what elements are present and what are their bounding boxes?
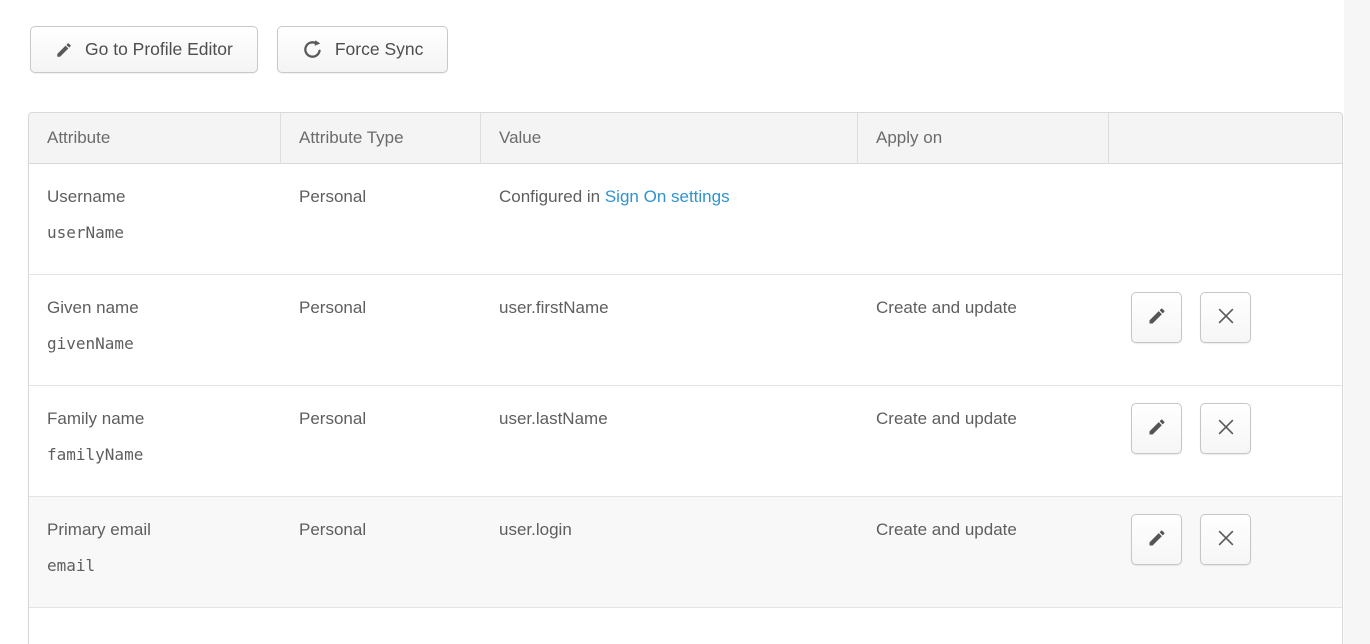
force-sync-label: Force Sync (335, 39, 424, 60)
attribute-cell: Primary email email (29, 497, 281, 607)
column-header-apply-on: Apply on (858, 113, 1109, 163)
pencil-icon (1147, 417, 1167, 440)
actions-cell (1109, 386, 1342, 496)
attribute-type-cell: Personal (281, 497, 481, 607)
delete-attribute-button[interactable] (1200, 514, 1251, 565)
toolbar: Go to Profile Editor Force Sync (30, 26, 448, 73)
page-background-strip (1344, 0, 1370, 644)
attribute-type-cell: Personal (281, 386, 481, 496)
edit-attribute-button[interactable] (1131, 403, 1182, 454)
sign-on-settings-link[interactable]: Sign On settings (605, 187, 730, 206)
attribute-label: Username (47, 186, 271, 208)
apply-on-cell: Create and update (858, 497, 1109, 607)
delete-attribute-button[interactable] (1200, 403, 1251, 454)
attribute-variable: givenName (47, 333, 271, 355)
attribute-type-cell: Personal (281, 275, 481, 385)
attribute-label: Given name (47, 297, 271, 319)
table-row-partial (29, 608, 1342, 644)
attribute-cell: Username userName (29, 164, 281, 274)
column-header-attribute-type: Attribute Type (281, 113, 481, 163)
attribute-cell: Given name givenName (29, 275, 281, 385)
attribute-cell: Family name familyName (29, 386, 281, 496)
attribute-variable: email (47, 555, 271, 577)
go-to-profile-editor-label: Go to Profile Editor (85, 39, 233, 60)
close-icon (1215, 527, 1237, 552)
edit-attribute-button[interactable] (1131, 514, 1182, 565)
attribute-label: Primary email (47, 519, 271, 541)
table-header: Attribute Attribute Type Value Apply on (29, 113, 1342, 164)
table-row-family-name: Family name familyName Personal user.las… (29, 386, 1342, 497)
table-row-primary-email: Primary email email Personal user.login … (29, 497, 1342, 608)
column-header-actions (1109, 113, 1342, 163)
apply-on-cell (858, 164, 1109, 274)
column-header-attribute: Attribute (29, 113, 281, 163)
pencil-icon (1147, 528, 1167, 551)
pencil-icon (1147, 306, 1167, 329)
value-cell: Configured in Sign On settings (481, 164, 858, 274)
attribute-variable: userName (47, 222, 271, 244)
value-cell: user.firstName (481, 275, 858, 385)
attribute-variable: familyName (47, 444, 271, 466)
column-header-value: Value (481, 113, 858, 163)
refresh-icon (302, 39, 323, 60)
close-icon (1215, 416, 1237, 441)
apply-on-cell: Create and update (858, 386, 1109, 496)
value-cell: user.lastName (481, 386, 858, 496)
value-prefix: Configured in (499, 187, 605, 206)
edit-attribute-button[interactable] (1131, 292, 1182, 343)
delete-attribute-button[interactable] (1200, 292, 1251, 343)
apply-on-cell: Create and update (858, 275, 1109, 385)
actions-cell (1109, 497, 1342, 607)
close-icon (1215, 305, 1237, 330)
value-cell: user.login (481, 497, 858, 607)
go-to-profile-editor-button[interactable]: Go to Profile Editor (30, 26, 258, 73)
attribute-type-cell: Personal (281, 164, 481, 274)
attribute-label: Family name (47, 408, 271, 430)
force-sync-button[interactable]: Force Sync (277, 26, 449, 73)
actions-cell (1109, 275, 1342, 385)
actions-cell (1109, 164, 1342, 274)
table-row-username: Username userName Personal Configured in… (29, 164, 1342, 275)
attribute-mapping-table: Attribute Attribute Type Value Apply on … (28, 112, 1343, 644)
pencil-icon (55, 41, 73, 59)
table-row-given-name: Given name givenName Personal user.first… (29, 275, 1342, 386)
